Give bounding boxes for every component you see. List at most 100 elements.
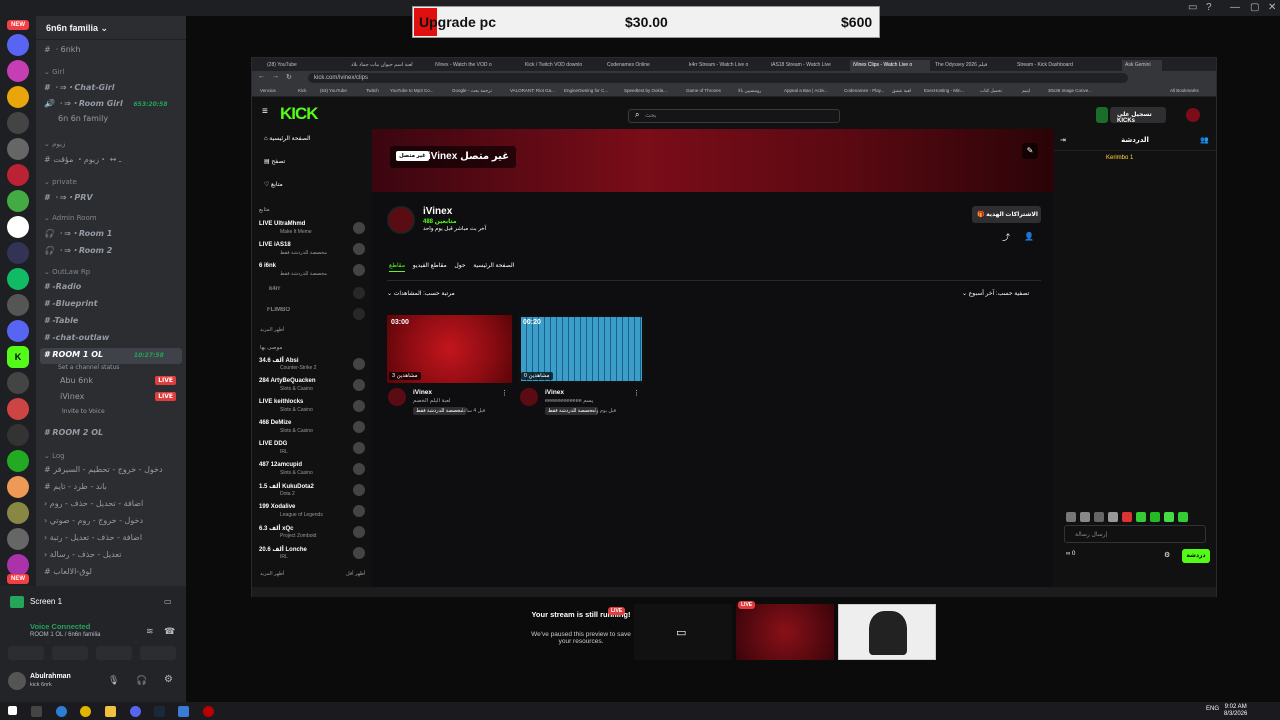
collapse-chat-icon[interactable]: ⇥ (1060, 136, 1066, 144)
close-icon[interactable]: ✕ (1268, 2, 1276, 13)
clip-channel[interactable]: iVinex (413, 389, 432, 396)
clip-avatar[interactable] (388, 388, 406, 406)
clip-card[interactable]: 00:20 0 مشاهدين iVinex ⋮ eeeeeeeeeeee يس… (519, 315, 644, 425)
discord-icon[interactable] (130, 706, 141, 717)
recommended-channel[interactable]: 487 12amcupid Slots & Casino (259, 462, 365, 480)
url-field[interactable]: kick.com/ivinex/clips (308, 73, 1128, 83)
clip-avatar[interactable] (520, 388, 538, 406)
server-icon[interactable] (7, 528, 29, 550)
category-header[interactable]: ⌄ Admin Room (44, 214, 97, 222)
bookmark[interactable]: Kick (298, 88, 307, 93)
channel-item[interactable]: › تعديل - حذف - رسالة (44, 550, 121, 559)
server-icon[interactable] (7, 242, 29, 264)
activities-button[interactable] (96, 646, 132, 660)
inbox-icon[interactable]: ▭ (1188, 2, 1197, 13)
share-icon[interactable]: ⤴ (1002, 232, 1010, 243)
browser-tab[interactable]: Stream - Kick Dashboard (1014, 60, 1094, 71)
recommended-channel[interactable]: 34.6 ألف Absi Counter-Strike 2 (259, 357, 365, 375)
category-header[interactable]: ⌄ زيوم (44, 140, 65, 148)
ask-gemini-button[interactable]: Ask Gemini (1122, 60, 1162, 71)
following-channel[interactable]: FLIMBO (259, 307, 365, 325)
recommended-channel[interactable]: LIVE DDG IRL (259, 441, 365, 459)
recommended-channel[interactable]: 284 ArtyBeQuacken Slots & Casino (259, 378, 365, 396)
channel-item[interactable]: # لوق-الالعاب (44, 567, 92, 576)
language-indicator[interactable]: ENG (1206, 706, 1219, 712)
channel-item[interactable]: › دخول - خروج - روم - صوتي (44, 516, 143, 525)
bookmark[interactable]: VALORANT: Riot Ga... (510, 88, 555, 93)
menu-icon[interactable]: ≡ (262, 106, 268, 117)
channel-status[interactable]: Set a channel status (58, 364, 119, 371)
browser-tab-active[interactable]: iVinex Clips - Watch Live o (850, 60, 930, 71)
bookmark[interactable]: Game of Thrones (686, 88, 721, 93)
server-icon[interactable] (7, 190, 29, 212)
disconnect-icon[interactable]: ☎ (164, 626, 175, 637)
camera-button[interactable] (8, 646, 44, 660)
chrome-icon[interactable] (80, 706, 91, 717)
voice-channel[interactable]: # ROOM 2 OL (44, 428, 103, 437)
recommended-channel[interactable]: 199 Xodalive League of Legends (259, 504, 365, 522)
nav-home[interactable]: ⌂ الصفحة الرئيسية (264, 135, 310, 142)
server-icon[interactable] (7, 450, 29, 472)
server-icon[interactable] (7, 60, 29, 82)
filter-dropdown[interactable]: ⌄ تصفية حسب: آخر أسبوع (962, 290, 1029, 297)
reload-icon[interactable]: ↻ (286, 73, 292, 81)
help-icon[interactable]: ? (1206, 2, 1212, 13)
category-header[interactable]: ⌄ Log (44, 452, 65, 460)
server-icon[interactable] (7, 476, 29, 498)
server-icon[interactable] (7, 34, 29, 56)
nav-browse[interactable]: ▤ تصفح (264, 158, 285, 165)
tab-clips[interactable]: مقاطع (389, 263, 406, 272)
server-icon[interactable] (7, 424, 29, 446)
server-icon[interactable] (7, 320, 29, 342)
chat-settings-icon[interactable]: ⚙ (1164, 551, 1170, 559)
noise-icon[interactable]: ≋ (146, 626, 154, 637)
bookmark[interactable]: EngineOwning for C... (564, 88, 608, 93)
obs-icon[interactable] (203, 706, 214, 717)
taskview-icon[interactable] (31, 706, 42, 717)
clip-card[interactable]: 03:00 3 مشاهدين iVinex ⋮ لعبة البلم الخص… (387, 315, 512, 425)
gift-subs-button[interactable]: 🎁 الاشتراكات الهدية (972, 206, 1041, 223)
bookmark[interactable]: ايتيم (1022, 88, 1030, 94)
chat-viewer[interactable]: Kerimbo 1 (1106, 155, 1133, 161)
start-icon[interactable] (8, 706, 17, 715)
bookmark[interactable]: Appeal a Ban | Activ... (784, 88, 828, 93)
explorer-icon[interactable] (105, 706, 116, 717)
bookmark[interactable]: تحميل كتاب (980, 88, 1002, 94)
back-icon[interactable]: ← (258, 73, 265, 80)
channel-item[interactable]: # ㆍ⇒・PRV (44, 192, 93, 203)
bookmark[interactable]: Vencius (260, 88, 276, 93)
screen-share-button[interactable] (52, 646, 88, 660)
channel-item[interactable]: # دخول - خروج - تحطيم - السيرفر (44, 465, 163, 474)
invite-to-voice[interactable]: Invite to Voice (62, 408, 105, 415)
channel-item[interactable]: # ㆍ6nkh (44, 44, 80, 55)
chat-send-button[interactable]: دردشة (1182, 549, 1210, 563)
edge-icon[interactable] (56, 706, 67, 717)
category-header[interactable]: ⌄ OutLaw Rp (44, 268, 90, 276)
channel-item[interactable]: › اضافة - حذف - تعديل - رتبة (44, 533, 142, 542)
recommended-channel[interactable]: 1.5 ألف KukuDota2 Dota 2 (259, 483, 365, 501)
browser-tab[interactable]: لعبة اسم حيوان نبات جماد بلاد (348, 60, 428, 71)
voice-channel[interactable]: # ROOM 1 OL 10:27:58 (44, 350, 164, 359)
recommended-channel[interactable]: 6.3 ألف xQc Project Zomboid (259, 525, 365, 543)
all-bookmarks[interactable]: All Bookmarks (1170, 88, 1199, 93)
preview-tile[interactable]: LIVE (736, 601, 834, 660)
browser-tab[interactable]: Codenames Online (604, 60, 684, 71)
bookmark[interactable]: (63) YouTube (320, 88, 347, 93)
popout-icon[interactable]: ▭ (164, 597, 172, 606)
search-input[interactable]: بحث (628, 109, 840, 123)
bookmark[interactable]: Twitch (366, 88, 379, 93)
bookmark[interactable]: رومسيين بالا (738, 88, 761, 94)
browser-tab[interactable]: iVinex - Watch the VOD o (432, 60, 518, 71)
browser-tab[interactable]: Kick / Twitch VOD downlo (522, 60, 602, 71)
server-header[interactable]: 6n6n familia ⌄ (36, 16, 186, 40)
member-item[interactable]: 6n 6n family (58, 114, 108, 123)
server-icon[interactable] (7, 112, 29, 134)
recommended-channel[interactable]: 468 DeMize Slots & Casino (259, 420, 365, 438)
sort-dropdown[interactable]: ⌄ مرتبة حسب: المشاهدات (387, 290, 455, 297)
channel-item[interactable]: › اضافة - تحديل - حذف - روم (44, 499, 143, 508)
bookmark[interactable]: لعبة عشق (892, 88, 911, 94)
browser-tab[interactable]: iAS18 Stream - Watch Live (768, 60, 848, 71)
server-icon[interactable] (7, 502, 29, 524)
avatar[interactable] (8, 672, 26, 690)
category-header[interactable]: ⌄ Girl (44, 68, 64, 76)
